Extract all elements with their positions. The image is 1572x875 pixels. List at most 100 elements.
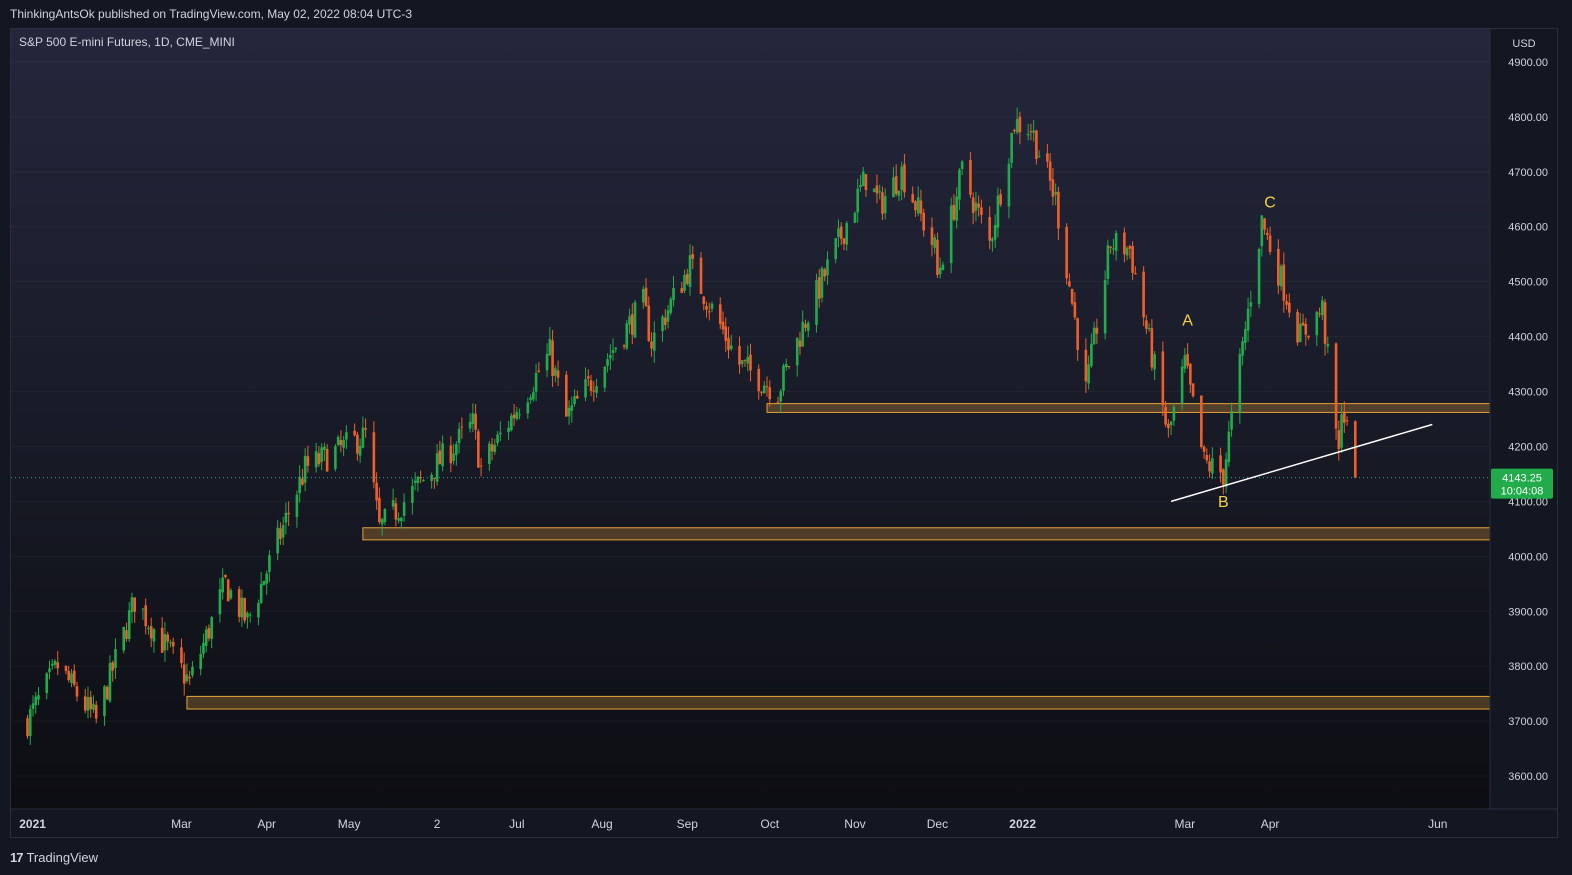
- candle-body: [1301, 322, 1305, 326]
- candle-body: [1084, 349, 1088, 382]
- candle-body: [1109, 246, 1112, 248]
- time-tick-label: Mar: [171, 817, 192, 831]
- support-zone[interactable]: [362, 527, 1491, 541]
- candle-body: [224, 574, 227, 578]
- candle-body: [826, 259, 829, 276]
- candle-body: [336, 436, 340, 445]
- candle-body: [787, 366, 791, 368]
- candle-body: [1010, 132, 1013, 163]
- candle-body: [169, 642, 172, 644]
- price-tick-label: 4700.00: [1508, 167, 1548, 179]
- candle-body: [515, 411, 519, 420]
- price-chart[interactable]: A B C USD 3600.00 3700.00 3800.00 3900.00 4000.…: [11, 29, 1557, 837]
- candle-body: [746, 357, 750, 364]
- candle-body: [1150, 328, 1154, 368]
- candle-body: [663, 317, 667, 325]
- candle-body: [147, 627, 150, 629]
- candle-body: [422, 479, 425, 481]
- candle-body: [691, 254, 695, 259]
- candle-body: [28, 709, 32, 737]
- time-tick-label: Jul: [509, 817, 524, 831]
- candle-body: [641, 289, 645, 303]
- price-tick-label: 4200.00: [1508, 441, 1548, 453]
- price-tick-label: 4500.00: [1508, 277, 1548, 289]
- candle-body: [1013, 129, 1016, 132]
- candle-body: [952, 204, 956, 220]
- candle-body: [1288, 302, 1291, 313]
- time-axis-panel[interactable]: [11, 809, 1557, 837]
- candle-body: [570, 405, 574, 411]
- candle-body: [114, 649, 117, 669]
- candle-body: [1018, 116, 1022, 133]
- support-zone[interactable]: [186, 695, 1491, 710]
- candle-body: [56, 662, 60, 669]
- candle-body: [1244, 329, 1247, 343]
- candle-body: [1123, 232, 1126, 255]
- candle-body: [554, 368, 557, 376]
- candle-body: [133, 597, 137, 612]
- candle-body: [1189, 363, 1192, 385]
- wave-label-c: C: [1264, 195, 1276, 212]
- candle-body: [606, 359, 609, 366]
- candle-body: [707, 311, 711, 313]
- candle-body: [743, 359, 747, 361]
- candle-body: [545, 353, 549, 371]
- candle-body: [105, 686, 109, 700]
- candle-body: [31, 703, 35, 709]
- candle-body: [1227, 431, 1231, 463]
- price-tick-label: 4800.00: [1508, 112, 1548, 124]
- candle-body: [608, 355, 612, 359]
- candle-body: [94, 704, 98, 719]
- candle-body: [573, 396, 576, 405]
- candle-body: [817, 277, 821, 299]
- candle-body: [1035, 130, 1038, 159]
- candle-body: [452, 453, 455, 461]
- candle-body: [702, 296, 706, 305]
- candle-body: [1326, 344, 1330, 347]
- candle-body: [1180, 366, 1184, 404]
- candle-body: [625, 323, 629, 349]
- candle-body: [853, 212, 857, 223]
- candle-body: [823, 269, 827, 277]
- publisher-header: ThinkingAntsOk published on TradingView.…: [0, 0, 1572, 28]
- candle-body: [1164, 406, 1167, 425]
- candle-body: [1183, 355, 1187, 369]
- candle-body: [699, 257, 703, 294]
- candle-body: [592, 390, 596, 392]
- candle-body: [576, 395, 579, 399]
- candle-body: [1090, 343, 1093, 367]
- chart-area[interactable]: A B C USD 3600.00 3700.00 3800.00 3900.00 4000.…: [10, 28, 1558, 838]
- candle-body: [815, 279, 818, 325]
- candle-body: [1125, 247, 1129, 256]
- time-tick-label: 2021: [19, 817, 46, 831]
- candle-body: [1114, 233, 1118, 251]
- candle-body: [1186, 353, 1189, 366]
- candle-body: [375, 482, 378, 501]
- candle-body: [276, 527, 279, 554]
- candle-body: [1103, 279, 1107, 334]
- candle-body: [864, 174, 868, 190]
- candle-body: [26, 718, 29, 737]
- candle-body: [411, 485, 414, 503]
- candle-body: [806, 322, 810, 331]
- candle-body: [86, 697, 90, 711]
- candle-body: [1106, 245, 1110, 279]
- candle-body: [705, 305, 708, 310]
- candle-body: [1219, 455, 1222, 473]
- candle-body: [878, 191, 882, 193]
- candle-body: [1051, 179, 1055, 197]
- candle-body: [67, 670, 71, 681]
- candle-body: [202, 642, 205, 654]
- candle-body: [721, 321, 725, 330]
- candle-body: [933, 237, 936, 248]
- tradingview-logo[interactable]: 17 TradingView: [10, 850, 98, 865]
- candle-body: [268, 555, 271, 572]
- candle-body: [1321, 300, 1324, 316]
- candle-body: [872, 188, 876, 192]
- price-tick-label: 3600.00: [1508, 771, 1548, 783]
- symbol-title: S&P 500 E-mini Futures, 1D, CME_MINI: [19, 35, 235, 49]
- candle-body: [185, 674, 189, 682]
- candle-body: [650, 341, 653, 349]
- support-zone[interactable]: [766, 403, 1491, 413]
- candle-body: [199, 653, 202, 670]
